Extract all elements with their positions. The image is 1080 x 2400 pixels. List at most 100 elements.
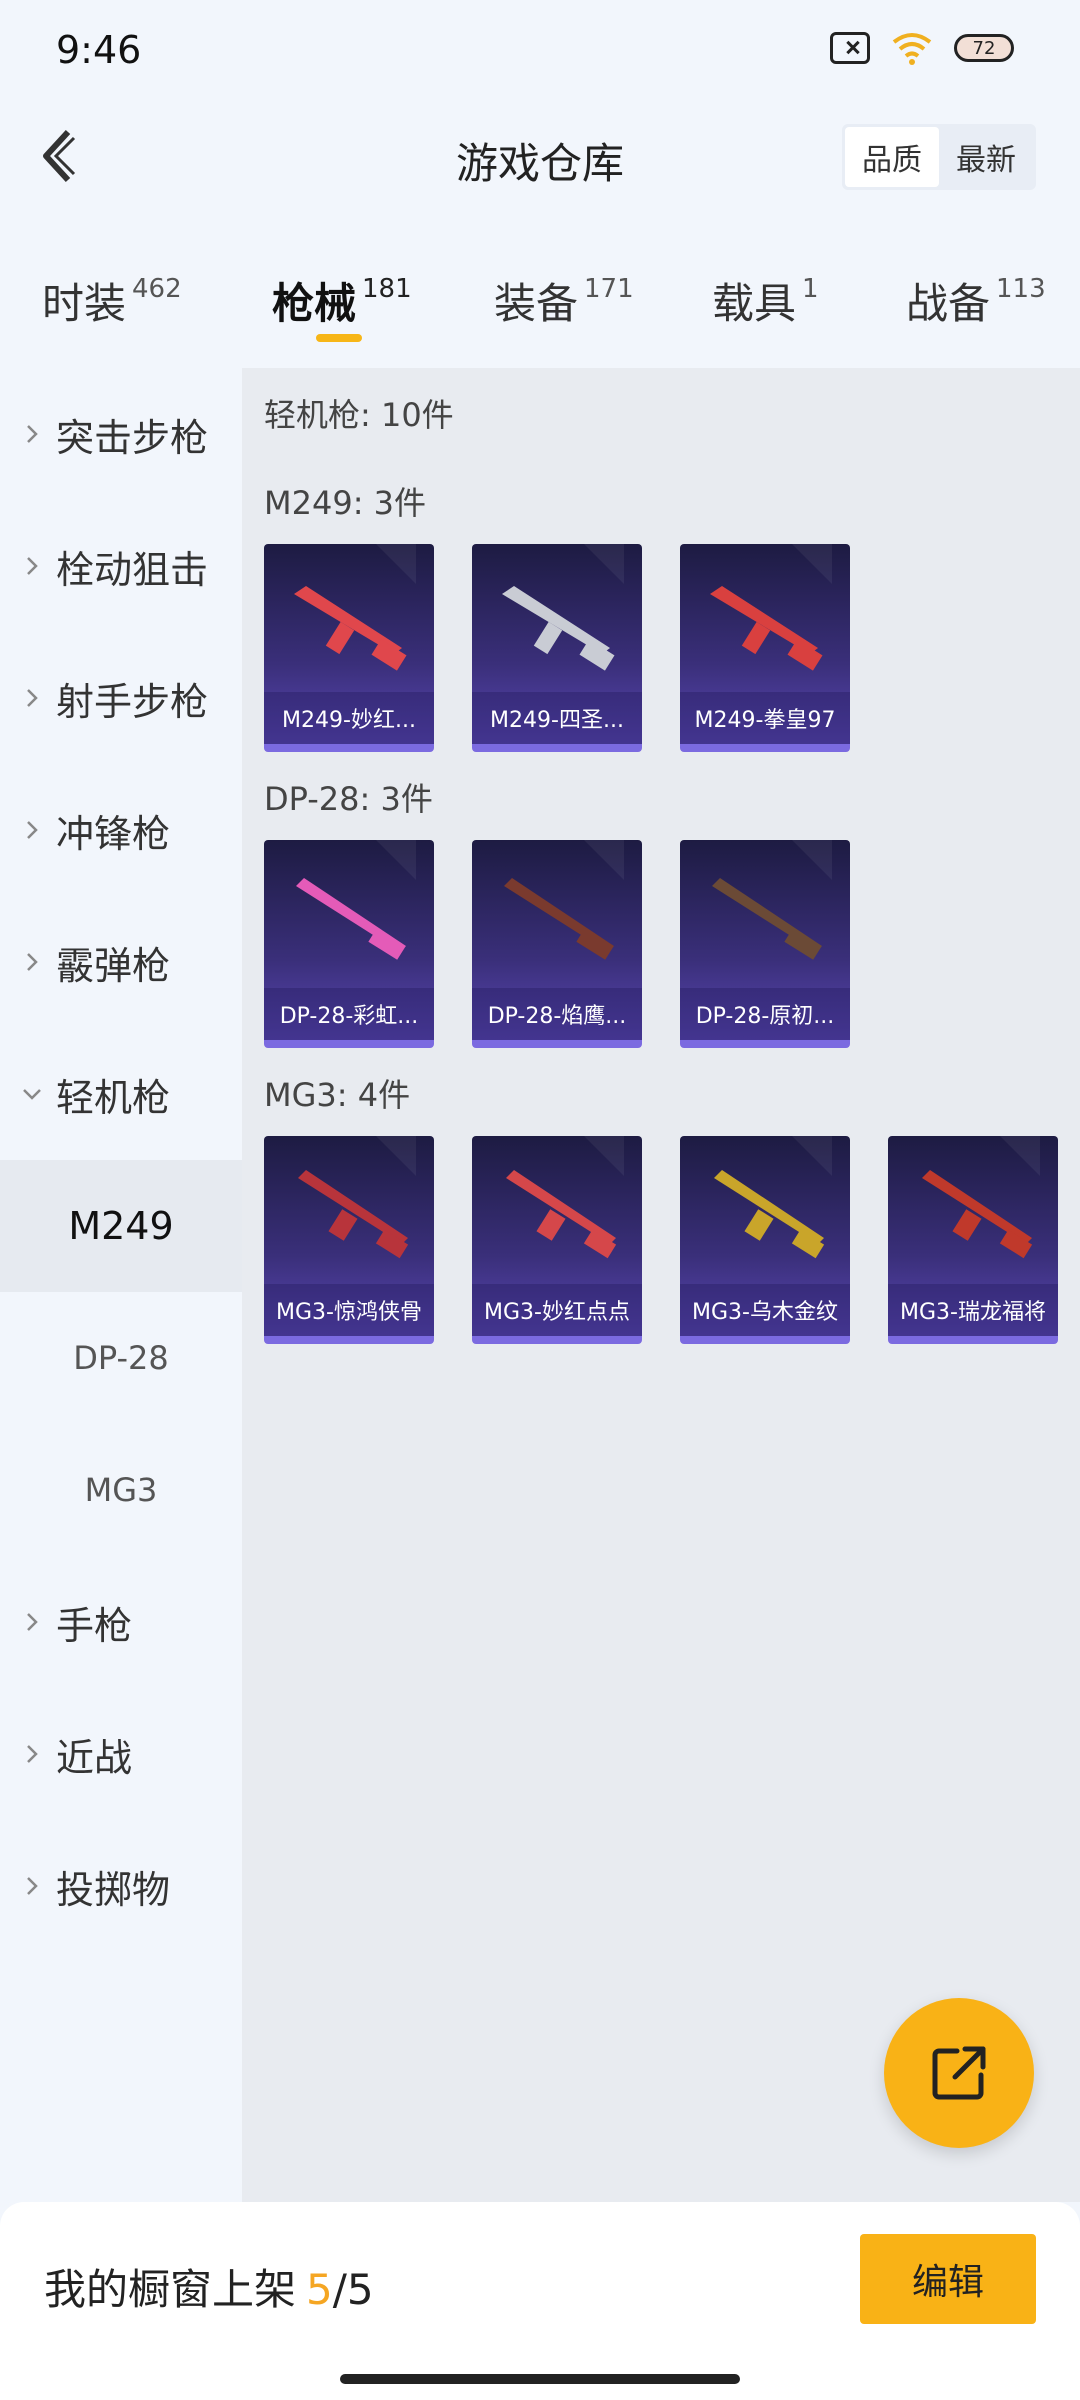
sidebar-item-label: 投掷物 <box>56 1867 171 1912</box>
chevron-right-icon <box>0 687 56 709</box>
tab-label: 装备 <box>494 279 579 328</box>
sidebar-item-shotgun[interactable]: 霰弹枪 <box>0 896 242 1028</box>
item-card[interactable]: MG3-妙红点点 <box>472 1136 642 1344</box>
sidebar-item-melee[interactable]: 近战 <box>0 1688 242 1820</box>
sidebar-item-label: 突击步枪 <box>56 415 209 460</box>
sidebar-item-label: 霰弹枪 <box>56 943 171 988</box>
chevron-right-icon <box>0 1743 56 1765</box>
gun-skin-icon <box>504 878 614 960</box>
tab-label: 枪械 <box>272 279 357 328</box>
header: 游戏仓库 品质 最新 <box>0 100 1080 220</box>
tab-label: 载具 <box>712 279 797 328</box>
battery-indicator: 72 <box>954 34 1014 62</box>
showcase-count: 5 <box>306 2265 333 2314</box>
sidebar: 突击步枪 栓动狙击 射手步枪 冲锋枪 霰弹枪 轻机枪 M249 DP-28 MG… <box>0 368 242 2202</box>
tab-vehicles[interactable]: 载具 1 <box>712 270 819 331</box>
item-card[interactable]: DP-28-原初... <box>680 840 850 1048</box>
item-card[interactable]: M249-妙红... <box>264 544 434 752</box>
gun-skin-icon <box>294 586 407 671</box>
group-title-dp28: DP-28: 3件 <box>264 780 433 818</box>
chevron-right-icon <box>0 423 56 445</box>
category-summary: 轻机枪: 10件 <box>264 396 454 434</box>
item-card-label: MG3-乌木金纹 <box>680 1284 850 1336</box>
wifi-icon <box>890 30 934 66</box>
item-card-label: DP-28-彩虹... <box>264 988 434 1040</box>
tab-supplies[interactable]: 战备 113 <box>906 270 1046 331</box>
sort-option-quality[interactable]: 品质 <box>845 127 939 187</box>
sidebar-item-label: 射手步枪 <box>56 679 209 724</box>
gun-skin-icon <box>506 1170 617 1259</box>
sidebar-item-assault-rifle[interactable]: 突击步枪 <box>0 368 242 500</box>
item-card-label: MG3-惊鸿侠骨 <box>264 1284 434 1336</box>
tab-guns[interactable]: 枪械 181 <box>272 270 412 331</box>
sidebar-item-bolt-sniper[interactable]: 栓动狙击 <box>0 500 242 632</box>
tab-label: 战备 <box>906 279 991 328</box>
tab-count: 171 <box>584 274 634 304</box>
item-card-label: MG3-瑞龙福将 <box>888 1284 1058 1336</box>
share-icon <box>932 2046 986 2100</box>
share-button[interactable] <box>884 1998 1034 2148</box>
sort-option-newest[interactable]: 最新 <box>939 127 1033 187</box>
item-grid-panel: 轻机枪: 10件 M249: 3件 M249-妙红... M249-四圣... … <box>242 368 1080 2202</box>
bottom-bar: 我的橱窗上架 5 /5 编辑 <box>0 2202 1080 2400</box>
status-icons: 72 <box>830 30 1014 66</box>
sidebar-item-label: 手枪 <box>56 1603 133 1648</box>
item-card[interactable]: M249-拳皇97 <box>680 544 850 752</box>
category-tabs: 时装 462 枪械 181 装备 171 载具 1 战备 113 <box>0 256 1080 356</box>
sidebar-item-label: 轻机枪 <box>56 1075 171 1120</box>
tab-label: 时装 <box>42 279 127 328</box>
item-card-label: DP-28-原初... <box>680 988 850 1040</box>
chevron-right-icon <box>0 1611 56 1633</box>
sidebar-subitem-dp28[interactable]: DP-28 <box>0 1292 242 1424</box>
tab-count: 1 <box>802 274 819 304</box>
tab-count: 113 <box>996 274 1046 304</box>
tab-count: 181 <box>362 274 412 304</box>
sidebar-item-label: 栓动狙击 <box>56 547 209 592</box>
item-card-label: M249-拳皇97 <box>680 692 850 744</box>
showcase-total: /5 <box>332 2265 374 2314</box>
sidebar-subitem-mg3[interactable]: MG3 <box>0 1424 242 1556</box>
item-card[interactable]: MG3-乌木金纹 <box>680 1136 850 1344</box>
status-time: 9:46 <box>56 28 142 72</box>
item-card[interactable]: M249-四圣... <box>472 544 642 752</box>
item-card-label: M249-妙红... <box>264 692 434 744</box>
chevron-right-icon <box>0 1875 56 1897</box>
showcase-label: 我的橱窗上架 <box>44 2265 297 2314</box>
item-card-label: MG3-妙红点点 <box>472 1284 642 1336</box>
showcase-status: 我的橱窗上架 5 /5 <box>44 2256 374 2317</box>
gun-skin-icon <box>298 1170 409 1259</box>
sidebar-item-pistol[interactable]: 手枪 <box>0 1556 242 1688</box>
no-sim-icon <box>830 32 870 64</box>
sidebar-item-label: 近战 <box>56 1735 133 1780</box>
home-indicator <box>340 2374 740 2384</box>
gun-skin-icon <box>712 878 822 960</box>
item-card[interactable]: DP-28-彩虹... <box>264 840 434 1048</box>
gun-skin-icon <box>502 586 615 671</box>
gun-skin-icon <box>714 1170 825 1259</box>
sidebar-item-marksman-rifle[interactable]: 射手步枪 <box>0 632 242 764</box>
item-card-label: DP-28-焰鹰... <box>472 988 642 1040</box>
active-tab-indicator <box>316 334 362 342</box>
sidebar-item-lmg[interactable]: 轻机枪 <box>0 1028 242 1160</box>
gun-skin-icon <box>922 1170 1033 1259</box>
sidebar-subitem-m249[interactable]: M249 <box>0 1160 242 1292</box>
chevron-right-icon <box>0 819 56 841</box>
tab-fashion[interactable]: 时装 462 <box>42 270 182 331</box>
chevron-right-icon <box>0 951 56 973</box>
sidebar-item-label: 冲锋枪 <box>56 811 171 856</box>
group-title-m249: M249: 3件 <box>264 484 427 522</box>
sort-toggle: 品质 最新 <box>842 124 1036 190</box>
item-card[interactable]: DP-28-焰鹰... <box>472 840 642 1048</box>
tab-count: 462 <box>132 274 182 304</box>
tab-equipment[interactable]: 装备 171 <box>494 270 634 331</box>
item-card[interactable]: MG3-瑞龙福将 <box>888 1136 1058 1344</box>
gun-skin-icon <box>710 586 823 671</box>
item-card-label: M249-四圣... <box>472 692 642 744</box>
sidebar-item-smg[interactable]: 冲锋枪 <box>0 764 242 896</box>
edit-button[interactable]: 编辑 <box>860 2234 1036 2324</box>
sidebar-item-throwables[interactable]: 投掷物 <box>0 1820 242 1952</box>
chevron-right-icon <box>0 555 56 577</box>
item-card[interactable]: MG3-惊鸿侠骨 <box>264 1136 434 1344</box>
chevron-down-icon <box>0 1087 56 1101</box>
status-bar: 9:46 72 <box>0 0 1080 100</box>
